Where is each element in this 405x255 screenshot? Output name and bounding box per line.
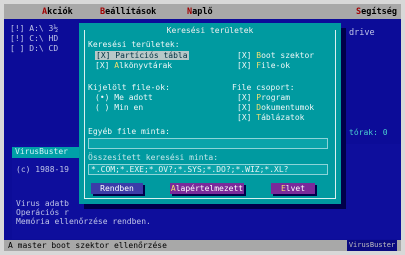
checkbox-subdirectories[interactable]: [X] Alkönyvtárak [95, 61, 172, 71]
checkbox-documents[interactable]: [X] Dokumentumok [237, 103, 314, 113]
dialog-title: Keresési területek [79, 26, 341, 36]
checkbox-spreadsheets[interactable]: [X] Táblázatok [237, 113, 304, 123]
combined-pattern-field: *.COM;*.EXE;*.OV?;*.SYS;*.DO?;*.WIZ;*.XL… [88, 164, 328, 175]
combined-pattern-label: Összesített keresési minta: [88, 153, 219, 162]
areas-label: Keresési területek: [88, 40, 180, 49]
drive-label: drive [349, 28, 375, 38]
radio-specified[interactable]: (•) Me adott [95, 93, 153, 103]
checkbox-partition-table[interactable]: [X] Partíciós tábla [95, 51, 189, 61]
search-areas-dialog: Keresési területek Keresési területek: [… [79, 23, 341, 204]
checkbox-programs[interactable]: [X] Program [237, 93, 290, 103]
menu-segitseg[interactable]: Segítség [356, 7, 397, 17]
checkbox-boot-sector[interactable]: [X] Boot szektor [237, 51, 314, 61]
other-pattern-input[interactable] [88, 138, 328, 149]
menu-naplo[interactable]: Naplő [187, 7, 213, 17]
defaults-button[interactable]: Alapértelmezett [170, 183, 244, 194]
drive-row-c[interactable]: [!] C:\ HD [10, 34, 58, 44]
menu-akciok[interactable]: Akciók [42, 7, 73, 17]
ok-button[interactable]: Rendben [91, 183, 143, 194]
file-group-label: File csoport: [232, 83, 295, 92]
copyright-text: (c) 1988-19 [16, 165, 69, 174]
info-line-3: Memória ellenőrzése rendben. [16, 217, 151, 226]
menu-beallitasok[interactable]: Beállítások [100, 7, 156, 17]
drive-row-d[interactable]: [ ] D:\ CD [10, 44, 58, 54]
selected-files-label: Kijelölt file-ok: [88, 83, 170, 92]
status-bar: A master boot szektor ellenőrzése VirusB… [4, 240, 401, 251]
status-app-name: VirusBuster [347, 240, 397, 251]
screen: Akciók Beállítások Naplő Segítség [!] A:… [4, 4, 401, 251]
radio-all[interactable]: ( ) Min en [95, 103, 143, 113]
status-text: A master boot szektor ellenőrzése [8, 241, 167, 250]
other-pattern-label: Egyéb file minta: [88, 127, 170, 136]
menubar: Akciók Beállítások Naplő Segítség [4, 4, 401, 19]
checkbox-files[interactable]: [X] File-ok [237, 61, 290, 71]
cancel-button[interactable]: Elvet [271, 183, 315, 194]
drive-row-a[interactable]: [!] A:\ 3½ [10, 24, 58, 34]
directory-count: tórak: 0 [349, 128, 388, 137]
